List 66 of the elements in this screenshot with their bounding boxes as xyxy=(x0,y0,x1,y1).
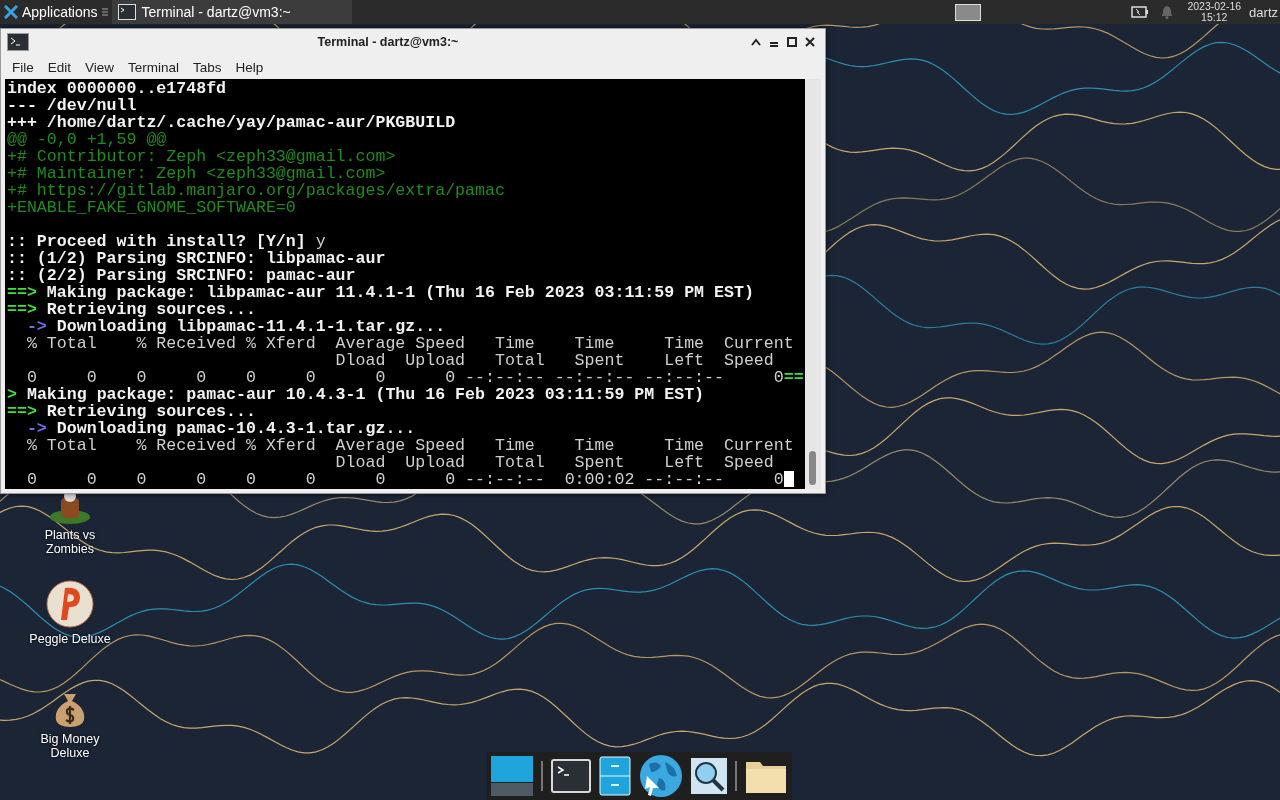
dock-button[interactable] xyxy=(551,759,591,793)
terminal-text: ==> xyxy=(7,301,37,318)
terminal-text: :: (2/2) Parsing SRCINFO: pamac-aur xyxy=(7,267,356,284)
workspace-switcher[interactable] xyxy=(955,3,982,21)
terminal-text: Making package: pamac-aur 10.4.3-1 (Thu 16 Feb 2023 03:11:59 PM EST) xyxy=(25,386,705,403)
user-name[interactable]: dartz xyxy=(1249,4,1280,20)
menu-item[interactable]: Help xyxy=(228,59,271,75)
applications-menu[interactable]: Applications xyxy=(0,0,112,24)
terminal-text: +ENABLE_FAKE_GNOME_SOFTWARE=0 xyxy=(7,199,296,216)
terminal-text: ==> xyxy=(7,284,37,301)
terminal-text: 0 0 0 0 0 0 0 0 --:--:-- --:--:-- --:--:-- 0 xyxy=(25,369,784,386)
terminal-text: 0 0 0 0 0 0 0 0 --:--:-- 0:00:02 --:--:-- 0 xyxy=(25,471,784,488)
terminal-text: Retrieving sources... xyxy=(45,301,256,318)
terminal-text: % Total % Received % Xferd Average Speed Time Time Time Current xyxy=(25,335,794,352)
terminal-text: Downloading pamac-10.4.3-1.tar.gz... xyxy=(55,420,416,437)
terminal-text: -> xyxy=(25,318,47,335)
terminal-icon xyxy=(117,4,136,20)
menu-item[interactable]: Terminal xyxy=(121,59,187,75)
desktop-icon-label[interactable]: Big Money Deluxe xyxy=(20,732,120,760)
terminal-text: :: (1/2) Parsing SRCINFO: libpamac-aur xyxy=(7,250,386,267)
clock[interactable]: 2023-02-16 15:12 xyxy=(1187,1,1242,23)
terminal-text: Retrieving sources... xyxy=(45,403,256,420)
bell-icon[interactable] xyxy=(1161,5,1174,19)
terminal-text: +# Contributor: Zeph <zeph33@gmail.com> xyxy=(7,148,396,165)
dock-button[interactable] xyxy=(691,758,727,794)
terminal-text: :: Proceed with install? [Y/n] xyxy=(7,233,307,250)
close-icon xyxy=(805,37,815,47)
terminal-text: % Total % Received % Xferd Average Speed Time Time Time Current xyxy=(25,437,794,454)
chevron-up-icon xyxy=(751,38,761,46)
terminal-text: == xyxy=(783,369,804,386)
terminal-text: index 0000000..e1748fd xyxy=(7,80,227,97)
show-desktop-icon xyxy=(491,756,533,796)
taskbar-button[interactable]: Terminal - dartz@vm3:~ xyxy=(111,0,352,24)
battery-icon xyxy=(1131,6,1150,18)
terminal-text: > xyxy=(7,386,17,403)
terminal-text: Dload Upload Total Spent Left Speed xyxy=(334,454,774,471)
terminal-text: ==> xyxy=(7,403,37,420)
search-icon xyxy=(691,758,727,794)
dock-button[interactable] xyxy=(639,754,683,798)
file-cabinet-icon xyxy=(599,756,631,796)
dock-button[interactable] xyxy=(491,756,533,796)
terminal-icon xyxy=(551,759,591,793)
terminal-text: y xyxy=(315,233,326,250)
menu-item[interactable]: Edit xyxy=(40,59,79,75)
menu-item[interactable]: File xyxy=(5,59,41,75)
globe-icon xyxy=(639,754,683,798)
menu-item[interactable]: View xyxy=(78,59,122,75)
window-title: Terminal - dartz@vm3:~ xyxy=(316,35,460,49)
desktop-icon-label[interactable]: Peggle Deluxe xyxy=(29,632,111,646)
text-cursor xyxy=(783,471,794,487)
terminal-text: +++ /home/dartz/.cache/yay/pamac-aur/PKGBUILD xyxy=(7,114,456,131)
ball-icon xyxy=(46,580,94,628)
terminal-text: --- /dev/null xyxy=(7,97,137,114)
terminal-text: Dload Upload Total Spent Left Speed xyxy=(334,352,774,369)
menu-icon xyxy=(101,7,108,17)
terminal-text: @@ -0,0 +1,59 @@ xyxy=(7,131,167,148)
maximize-icon xyxy=(787,37,797,47)
menu-item[interactable]: Tabs xyxy=(186,59,229,75)
terminal-text: Downloading libpamac-11.4.1-1.tar.gz... xyxy=(55,318,446,335)
applications-icon xyxy=(4,5,18,19)
scrollbar[interactable] xyxy=(805,79,821,489)
terminal-text: +# https://gitlab.manjaro.org/packages/extra/pamac xyxy=(7,182,505,199)
terminal-text: +# Maintainer: Zeph <zeph33@gmail.com> xyxy=(7,165,386,182)
terminal-icon xyxy=(7,33,29,51)
terminal-text: -> xyxy=(25,420,47,437)
terminal-text: Making package: libpamac-aur 11.4.1-1 (Thu 16 Feb 2023 03:11:59 PM EST) xyxy=(45,284,754,301)
